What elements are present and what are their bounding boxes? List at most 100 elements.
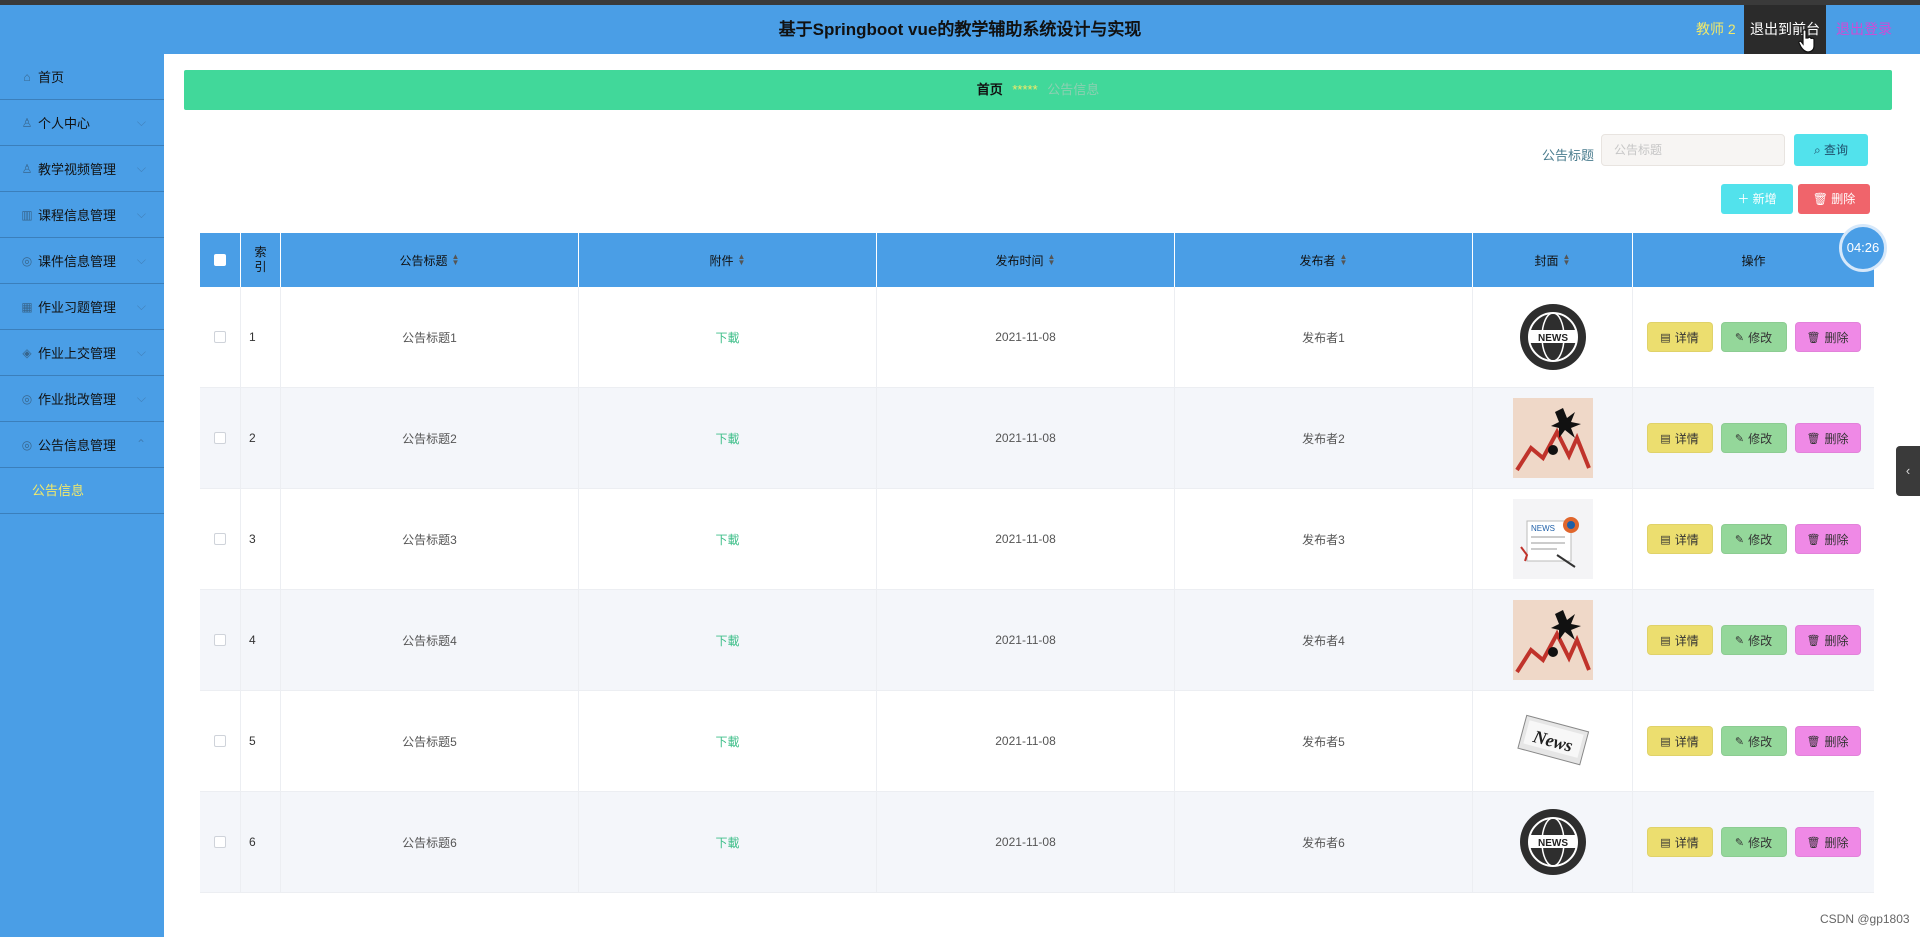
edit-button[interactable]: ✎ 修改 — [1720, 726, 1787, 756]
search-input[interactable] — [1601, 134, 1785, 166]
logout-link[interactable]: 退出登录 — [1836, 5, 1892, 54]
sidebar-item-notice[interactable]: ◎ 公告信息管理 ⌃ — [0, 422, 164, 468]
select-all-checkbox[interactable] — [214, 254, 226, 266]
detail-label: 详情 — [1674, 734, 1699, 749]
sort-icon[interactable]: ▲ ▼ — [452, 253, 460, 267]
delete-button[interactable]: 🗑 删除 — [1794, 827, 1861, 857]
column-header-publisher[interactable]: 发布者 ▲ ▼ — [1175, 233, 1473, 287]
index-cell: 6 — [241, 792, 281, 892]
watermark: CSDN @gp1803 — [1820, 912, 1910, 926]
detail-button[interactable]: ▤ 详情 — [1646, 423, 1713, 453]
batch-delete-button[interactable]: 🗑 删除 — [1798, 184, 1870, 214]
row-select-cell — [200, 489, 241, 589]
delete-button[interactable]: 🗑 删除 — [1794, 322, 1861, 352]
detail-button[interactable]: ▤ 详情 — [1646, 322, 1713, 352]
table-row: 1 公告标题1 下載 2021-11-08 发布者1 NEWS ▤ 详情 ✎ 修改 🗑 删除 — [200, 287, 1874, 388]
row-checkbox[interactable] — [214, 432, 226, 444]
column-header-cover[interactable]: 封面 ▲ ▼ — [1473, 233, 1633, 287]
download-link[interactable]: 下載 — [715, 834, 739, 851]
delete-button[interactable]: 🗑 删除 — [1794, 423, 1861, 453]
detail-button[interactable]: ▤ 详情 — [1646, 726, 1713, 756]
chevron-down-icon: ⌵ — [136, 115, 146, 129]
svg-text:NEWS: NEWS — [1531, 524, 1555, 533]
row-checkbox[interactable] — [214, 331, 226, 343]
detail-button[interactable]: ▤ 详情 — [1646, 625, 1713, 655]
pencil-icon: ✎ — [1734, 836, 1745, 849]
trash-icon: 🗑 — [1806, 735, 1821, 748]
sidebar-item-grading[interactable]: ◎ 作业批改管理 ⌵ — [0, 376, 164, 422]
collapse-toggle[interactable]: ‹ — [1896, 446, 1920, 496]
row-checkbox[interactable] — [214, 634, 226, 646]
chevron-down-icon: ⌵ — [136, 161, 146, 175]
sidebar-item-exercise[interactable]: ▦ 作业习题管理 ⌵ — [0, 284, 164, 330]
exercise-icon: ▦ — [21, 299, 33, 314]
query-button[interactable]: ⌕ 查询 — [1794, 134, 1868, 166]
download-link[interactable]: 下載 — [715, 733, 739, 750]
sidebar-item-label: 作业上交管理 — [38, 346, 117, 361]
breadcrumb-home[interactable]: 首页 — [977, 82, 1003, 97]
video-icon: ♙ — [21, 161, 33, 176]
column-header-title[interactable]: 公告标题 ▲ ▼ — [281, 233, 579, 287]
sort-icon[interactable]: ▲ ▼ — [1340, 253, 1348, 267]
delete-button[interactable]: 🗑 删除 — [1794, 726, 1861, 756]
header-label: 发布者 — [1299, 253, 1336, 268]
delete-label: 删除 — [1824, 431, 1849, 446]
publisher-cell: 发布者3 — [1175, 489, 1473, 589]
search-icon: ⌕ — [1813, 143, 1821, 157]
sidebar-item-label: 作业习题管理 — [38, 300, 117, 315]
sidebar-subitem-notice-info[interactable]: 公告信息 — [0, 468, 164, 514]
row-checkbox[interactable] — [214, 735, 226, 747]
row-checkbox[interactable] — [214, 836, 226, 848]
sidebar-item-courseware[interactable]: ◎ 课件信息管理 ⌵ — [0, 238, 164, 284]
delete-button[interactable]: 🗑 删除 — [1794, 524, 1861, 554]
column-header-time[interactable]: 发布时间 ▲ ▼ — [877, 233, 1175, 287]
actions-cell: ▤ 详情 ✎ 修改 🗑 删除 — [1633, 287, 1874, 387]
chevron-left-icon: ‹ — [1905, 463, 1911, 478]
attachment-cell: 下載 — [579, 489, 877, 589]
edit-button[interactable]: ✎ 修改 — [1720, 625, 1787, 655]
document-icon: ▤ — [1660, 432, 1671, 445]
download-link[interactable]: 下載 — [715, 632, 739, 649]
row-select-cell — [200, 691, 241, 791]
publisher-cell: 发布者6 — [1175, 792, 1473, 892]
edit-button[interactable]: ✎ 修改 — [1720, 827, 1787, 857]
edit-button[interactable]: ✎ 修改 — [1720, 524, 1787, 554]
sidebar-item-home[interactable]: ⌂ 首页 — [0, 54, 164, 100]
edit-button[interactable]: ✎ 修改 — [1720, 423, 1787, 453]
sidebar-item-profile[interactable]: ♙ 个人中心 ⌵ — [0, 100, 164, 146]
chevron-down-icon: ⌵ — [136, 391, 146, 405]
sort-icon[interactable]: ▲ ▼ — [1563, 253, 1571, 267]
sidebar-item-label: 个人中心 — [38, 116, 91, 131]
cover-image — [1512, 398, 1593, 478]
timer-badge[interactable]: 04:26 — [1839, 224, 1887, 272]
column-header-attachment[interactable]: 附件 ▲ ▼ — [579, 233, 877, 287]
table-row: 6 公告标题6 下載 2021-11-08 发布者6 NEWS ▤ 详情 ✎ 修改 🗑 删除 — [200, 792, 1874, 893]
sort-icon[interactable]: ▲ ▼ — [1048, 253, 1056, 267]
pencil-icon: ✎ — [1734, 432, 1745, 445]
edit-button[interactable]: ✎ 修改 — [1720, 322, 1787, 352]
attachment-cell: 下載 — [579, 691, 877, 791]
sidebar-item-submit[interactable]: ◈ 作业上交管理 ⌵ — [0, 330, 164, 376]
sort-icon[interactable]: ▲ ▼ — [738, 253, 746, 267]
sidebar-item-video[interactable]: ♙ 教学视频管理 ⌵ — [0, 146, 164, 192]
delete-label: 删除 — [1824, 835, 1849, 850]
delete-button[interactable]: 🗑 删除 — [1794, 625, 1861, 655]
svg-text:NEWS: NEWS — [1538, 333, 1568, 344]
submit-icon: ◈ — [22, 345, 32, 360]
user-icon: ♙ — [21, 115, 33, 130]
detail-button[interactable]: ▤ 详情 — [1646, 524, 1713, 554]
header-label: 封面 — [1534, 253, 1559, 268]
svg-text:NEWS: NEWS — [1538, 838, 1568, 849]
header-label: 发布时间 — [995, 253, 1044, 268]
download-link[interactable]: 下載 — [715, 531, 739, 548]
breadcrumb-current: 公告信息 — [1047, 82, 1100, 97]
row-checkbox[interactable] — [214, 533, 226, 545]
detail-button[interactable]: ▤ 详情 — [1646, 827, 1713, 857]
sidebar-item-course[interactable]: ▥ 课程信息管理 ⌵ — [0, 192, 164, 238]
add-button[interactable]: ＋ 新增 — [1721, 184, 1793, 214]
cover-image: NEWS — [1513, 297, 1593, 377]
system-title: 基于Springboot vue的教学辅助系统设计与实现 — [778, 20, 1142, 39]
download-link[interactable]: 下載 — [715, 430, 739, 447]
cover-cell: NEWS — [1473, 792, 1633, 892]
download-link[interactable]: 下載 — [715, 329, 739, 346]
